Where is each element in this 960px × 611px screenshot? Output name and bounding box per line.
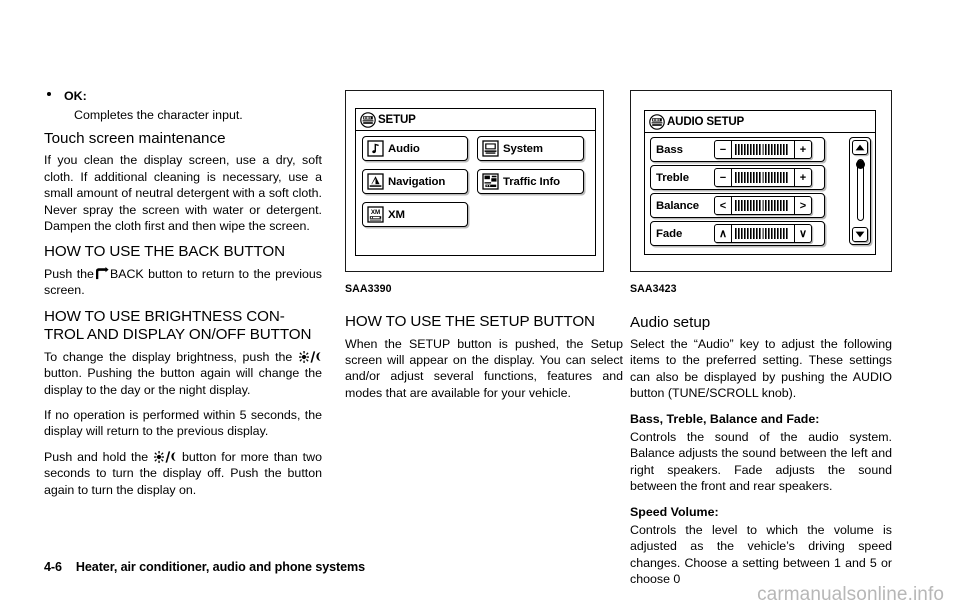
music-note-icon [367, 140, 384, 157]
bullet-item-ok: OK: Completes the character input. [44, 88, 322, 123]
setup-menu-item-navigation[interactable]: Navigation [362, 169, 468, 194]
arrow-down-icon-fade[interactable]: ∨ [794, 225, 811, 242]
paragraph-brightness-3: Push and hold the button for more than t… [44, 449, 322, 498]
paragraph-brightness-1: To change the display brightness, push t… [44, 349, 322, 398]
heading-touch-screen-maintenance: Touch screen maintenance [44, 130, 226, 148]
bullet-title: OK: [64, 89, 87, 103]
setup-screen-titlebar: SETUP [356, 109, 595, 131]
setup-menu-label-system: System [503, 142, 543, 155]
arrow-right-icon-balance[interactable]: > [794, 197, 811, 214]
back-arrow-icon [95, 266, 109, 280]
plus-icon-bass[interactable]: + [794, 141, 811, 158]
audio-row-label-treble: Treble [656, 171, 689, 184]
setup-badge-icon-audio [649, 113, 665, 130]
bright1-pre: To change the display brightness, push t… [44, 349, 293, 364]
paragraph-bass-treble-balance-fade: Controls the sound of the audio system. … [630, 430, 892, 494]
audio-setup-screen: AUDIO SETUP Bass − + Treble − + Balance … [644, 110, 876, 255]
audio-level-bar-fade[interactable] [732, 225, 794, 242]
column-middle: HOW TO USE THE SETUP BUTTON When the SET… [345, 313, 623, 401]
heading-brightness-control: HOW TO USE BRIGHTNESS CON- TROL AND DISP… [44, 308, 322, 345]
audio-control-bass: − + [714, 140, 812, 159]
paragraph-setup-button: When the SETUP button is pushed, the Set… [345, 336, 623, 400]
heading-audio-setup: Audio setup [630, 314, 711, 331]
heading-back-button: HOW TO USE THE BACK BUTTON [44, 243, 285, 261]
audio-row-balance[interactable]: Balance < > [650, 193, 825, 218]
lead-speed-volume: Speed Volume: [630, 504, 719, 519]
paragraph-speed-volume: Controls the level to which the volume i… [630, 523, 892, 587]
paragraph-back-button: Push the BACK button to return to the pre… [44, 266, 322, 299]
setup-menu-item-traffic-info[interactable]: Traffic Info [477, 169, 584, 194]
setup-menu-label-audio: Audio [388, 142, 420, 155]
audio-setup-title: AUDIO SETUP [667, 115, 745, 128]
paragraph-touch-screen: If you clean the display screen, use a d… [44, 153, 322, 234]
navigation-arrow-icon [367, 173, 384, 190]
page-number: 4-6 [44, 560, 62, 574]
setup-menu-grid: Audio System Navigation Traffic Info XM … [356, 131, 595, 255]
figure-caption-setup: SAA3390 [345, 283, 392, 295]
scrollbar-thumb[interactable] [856, 160, 865, 169]
scroll-up-arrow-icon[interactable] [852, 140, 868, 155]
audio-row-bass[interactable]: Bass − + [650, 137, 825, 162]
figure-caption-setup-text: SAA3390 [345, 283, 392, 295]
footer-chapter-title: Heater, air conditioner, audio and phone… [75, 560, 366, 574]
audio-row-label-bass: Bass [656, 143, 683, 156]
audio-level-bar-treble[interactable] [732, 169, 794, 186]
setup-screen: SETUP Audio System Navigation Traffic In… [355, 108, 596, 256]
svg-text:XM: XM [371, 209, 380, 216]
figure-caption-audio-text: SAA3423 [630, 283, 677, 295]
page-footer: 4-6 Heater, air conditioner, audio and ph… [44, 560, 365, 574]
manual-page: OK: Completes the character input. Touch… [0, 0, 960, 611]
traffic-icon [482, 173, 499, 190]
setup-menu-label-navigation: Navigation [388, 175, 446, 188]
setup-menu-label-traffic-info: Traffic Info [503, 175, 561, 188]
audio-row-label-fade: Fade [656, 227, 683, 240]
audio-setup-titlebar: AUDIO SETUP [645, 111, 875, 133]
arrow-left-icon-balance[interactable]: < [715, 197, 732, 214]
monitor-icon [482, 140, 499, 157]
bright1-post: button. Pushing the button again will ch… [44, 366, 322, 397]
bright3-pre: Push and hold the [44, 449, 149, 464]
audio-setup-scrollbar[interactable] [849, 137, 871, 245]
setup-screen-title: SETUP [378, 113, 416, 126]
figure-audio-setup-screen: AUDIO SETUP Bass − + Treble − + Balance … [630, 90, 892, 272]
audio-level-bar-balance[interactable] [732, 197, 794, 214]
brightness-sun-moon-icon-2 [154, 450, 176, 463]
setup-menu-label-xm: XM [388, 208, 405, 221]
audio-row-treble[interactable]: Treble − + [650, 165, 825, 190]
paragraph-audio-setup: Select the “Audio” key to adjust the fol… [630, 337, 892, 401]
brightness-sun-moon-icon [299, 350, 321, 363]
heading-setup-button: HOW TO USE THE SETUP BUTTON [345, 313, 595, 330]
xm-radio-icon: XM [367, 206, 384, 223]
audio-control-balance: < > [714, 196, 812, 215]
column-right: Audio setup Select the “Audio” key to ad… [630, 313, 892, 588]
minus-icon-bass[interactable]: − [715, 141, 732, 158]
watermark: carmanualsonline.info [757, 584, 944, 605]
lead-bass-treble-balance-fade: Bass, Treble, Balance and Fade: [630, 411, 820, 426]
audio-setup-rows: Bass − + Treble − + Balance < > Fade ∧ ∨ [645, 133, 875, 254]
minus-icon-treble[interactable]: − [715, 169, 732, 186]
bullet-dot-icon [47, 92, 51, 96]
setup-menu-item-xm[interactable]: XM XM [362, 202, 468, 227]
plus-icon-treble[interactable]: + [794, 169, 811, 186]
setup-menu-item-audio[interactable]: Audio [362, 136, 468, 161]
audio-level-bar-bass[interactable] [732, 141, 794, 158]
scroll-down-arrow-icon[interactable] [852, 227, 868, 242]
audio-row-fade[interactable]: Fade ∧ ∨ [650, 221, 825, 246]
audio-control-treble: − + [714, 168, 812, 187]
column-left: OK: Completes the character input. Touch… [44, 88, 322, 498]
arrow-up-icon-fade[interactable]: ∧ [715, 225, 732, 242]
figure-caption-audio: SAA3423 [630, 283, 677, 295]
setup-badge-icon [360, 111, 376, 128]
bullet-description: Completes the character input. [74, 108, 243, 122]
figure-setup-screen: SETUP Audio System Navigation Traffic In… [345, 90, 604, 272]
back-text-pre: Push the [44, 266, 94, 281]
setup-menu-item-system[interactable]: System [477, 136, 584, 161]
audio-row-label-balance: Balance [656, 199, 699, 212]
paragraph-brightness-2: If no operation is performed within 5 se… [44, 407, 322, 439]
heading-brightness-text: HOW TO USE BRIGHTNESS CON- TROL AND DISP… [44, 307, 312, 344]
audio-control-fade: ∧ ∨ [714, 224, 812, 243]
